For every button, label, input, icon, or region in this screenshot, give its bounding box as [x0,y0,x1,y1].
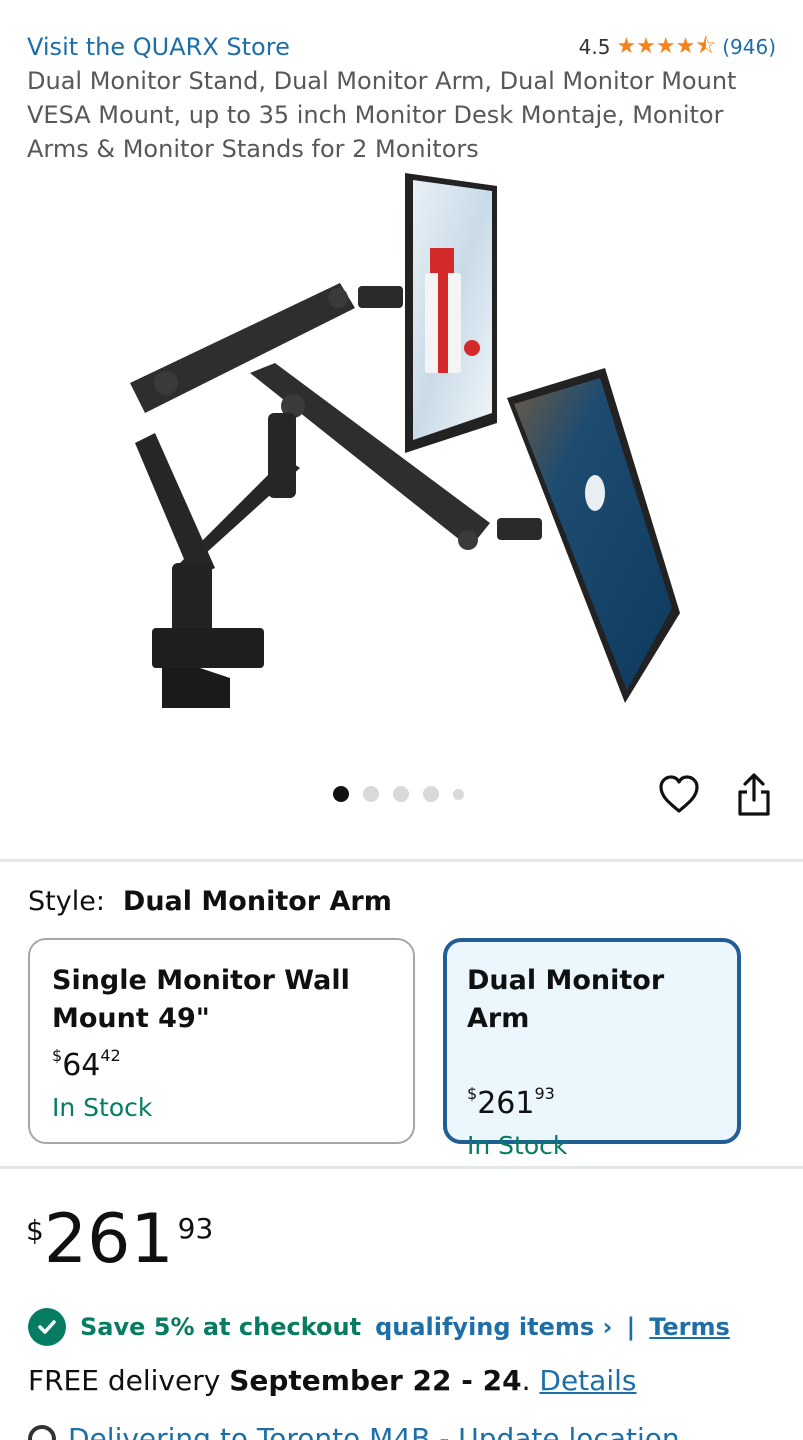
section-divider [0,859,803,862]
delivery-info: FREE delivery September 22 - 24. Details [28,1364,636,1397]
style-option-name: Dual Monitor Arm [467,965,665,1034]
carousel-dot[interactable] [333,786,349,802]
delivery-location-text[interactable]: Delivering to Toronto M4B - Update locat… [68,1422,680,1440]
rating-stars: ★ ★ ★ ★ ⯪ [616,36,716,58]
star-icon: ★ [636,34,656,59]
store-rating-row: Visit the QUARX Store 4.5 ★ ★ ★ ★ ⯪ (946… [27,30,776,64]
style-option-price: $26193 [467,1084,555,1121]
carousel-dot[interactable] [423,786,439,802]
heart-icon[interactable] [658,774,700,816]
product-title: Dual Monitor Stand, Dual Monitor Arm, Du… [27,67,737,163]
delivery-dates: September 22 - 24 [229,1364,522,1397]
price-currency: $ [26,1214,44,1247]
star-icon: ★ [616,34,637,59]
style-option-single-wall-mount[interactable]: Single Monitor Wall Mount 49" $6442 In S… [28,938,415,1144]
delivery-details-link[interactable]: Details [539,1364,636,1397]
promo-row: Save 5% at checkout qualifying items › |… [28,1308,730,1346]
star-icon: ★ [655,34,676,59]
style-option-name: Single Monitor Wall Mount 49" [52,965,350,1034]
share-icon[interactable] [734,772,774,818]
style-option-stock: In Stock [52,1093,153,1122]
price-whole: 261 [43,1200,174,1279]
visit-store-link[interactable]: Visit the QUARX Store [27,33,290,61]
chevron-right-icon: › [602,1313,613,1341]
carousel-dot[interactable] [393,786,409,802]
style-option-stock: In Stock [467,1131,568,1160]
carousel-dot[interactable] [363,786,379,802]
style-option-dual-monitor-arm[interactable]: Dual Monitor Arm $26193 In Stock [443,938,741,1160]
image-carousel-dots [333,786,464,802]
section-divider [0,1166,803,1169]
product-image[interactable] [100,168,700,728]
style-label: Style: [28,886,105,917]
star-icon: ★ [675,34,696,59]
style-selector-label: Style: Dual Monitor Arm [28,886,392,917]
save-percent-text: Save 5% at checkout [80,1313,362,1341]
separator: | [626,1313,636,1341]
price-fraction: 93 [177,1212,214,1245]
style-option-price: $6442 [52,1046,121,1083]
rating-value: 4.5 [578,35,611,59]
carousel-dot[interactable] [453,788,464,800]
main-price: $ 261 93 [26,1200,213,1280]
delivery-prefix: FREE delivery [28,1364,221,1397]
rating-count-link[interactable]: (946) [722,35,776,59]
half-star-icon: ⯪ [695,34,717,59]
checkmark-icon [28,1308,66,1346]
style-selected-value: Dual Monitor Arm [122,886,392,917]
terms-link[interactable]: Terms [649,1313,730,1341]
delivery-location[interactable]: Delivering to Toronto M4B - Update locat… [28,1422,680,1440]
rating-summary[interactable]: 4.5 ★ ★ ★ ★ ⯪ (946) [579,35,776,59]
qualifying-items-link[interactable]: qualifying items › [375,1313,612,1341]
delivery-punct: . [521,1364,531,1397]
location-pin-icon [28,1424,56,1440]
